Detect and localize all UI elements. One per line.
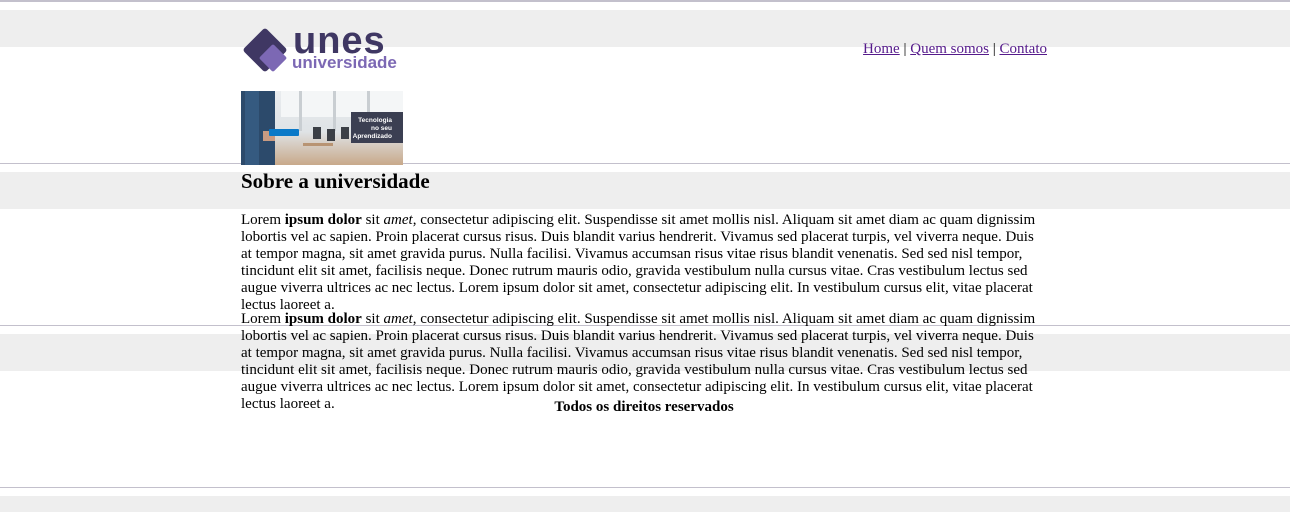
background-stripe <box>0 10 1290 47</box>
nav-link-quem-somos[interactable]: Quem somos <box>910 41 989 57</box>
paragraph-text: Lorem <box>241 311 285 327</box>
nav-separator: | <box>992 41 996 57</box>
logo-subtitle: universidade <box>292 53 397 72</box>
banner-caption-line: Tecnologia <box>358 117 392 124</box>
paragraph-bold-text: ipsum dolor <box>284 311 362 327</box>
banner-caption-line: Aprendizado <box>353 133 392 140</box>
page-title: Sobre a universidade <box>241 169 430 193</box>
banner-image: Tecnologia no seu Aprendizado <box>241 91 403 165</box>
background-stripe <box>0 496 1290 512</box>
diamond-logo-icon <box>243 28 287 72</box>
footer-copyright: Todos os direitos reservados <box>554 399 734 415</box>
paragraph-bold-text: ipsum dolor <box>284 212 362 228</box>
background-divider <box>0 487 1290 488</box>
nav-link-home[interactable]: Home <box>863 41 900 57</box>
paragraph-text: Lorem <box>241 212 285 228</box>
content-paragraph: Lorem ipsum dolor sit amet, consectetur … <box>241 212 1047 314</box>
banner-photo: Tecnologia no seu Aprendizado <box>241 91 403 165</box>
nav-link-contato[interactable]: Contato <box>1000 41 1048 57</box>
content-paragraph: Lorem ipsum dolor sit amet, consectetur … <box>241 311 1047 413</box>
background-divider <box>0 163 1290 164</box>
paragraph-text: sit <box>361 311 384 327</box>
paragraph-italic-text: amet <box>383 212 413 228</box>
main-nav: Home | Quem somos | Contato <box>863 41 1047 58</box>
nav-separator: | <box>903 41 907 57</box>
unes-logo[interactable]: unes universidade <box>241 22 406 74</box>
paragraph-italic-text: amet <box>383 311 413 327</box>
banner-caption-line: no seu <box>371 125 392 132</box>
paragraph-text: sit <box>361 212 384 228</box>
background-stripe <box>0 172 1290 209</box>
top-border-line <box>0 0 1290 2</box>
